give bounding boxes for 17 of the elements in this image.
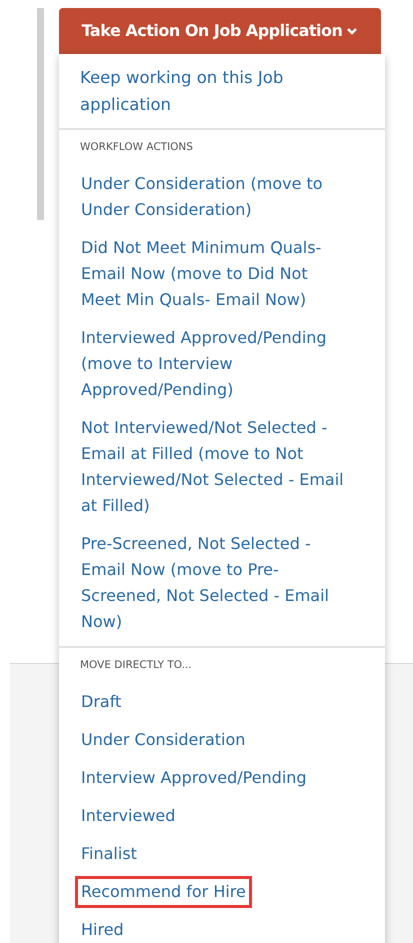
menu-item[interactable]: Pre-Screened, Not Selected - Email Now (move to Pre-Screened, Not Selected - Email Now) xyxy=(75,528,355,638)
menu-item[interactable]: Under Consideration xyxy=(75,724,252,756)
menu-item[interactable]: Finalist xyxy=(75,838,143,870)
menu-item[interactable]: Interview Approved/Pending xyxy=(75,762,313,794)
menu-item[interactable]: Draft xyxy=(75,686,128,718)
menu-item[interactable]: Recommend for Hire xyxy=(75,876,252,908)
menu-item[interactable]: Keep working on this Job application xyxy=(80,64,364,118)
menu-item[interactable]: Under Consideration (move to Under Consideration) xyxy=(75,168,355,226)
menu-item[interactable]: Hired xyxy=(75,914,130,943)
take-action-button[interactable]: Take Action On Job Application xyxy=(59,8,381,54)
section-header: MOVE DIRECTLY TO... xyxy=(80,658,193,673)
menu-item[interactable]: Did Not Meet Minimum Quals- Email Now (move to Did Not Meet Min Quals- Email Now) xyxy=(75,232,355,316)
menu-item[interactable]: Not Interviewed/Not Selected - Email at Filled (move to Not Interviewed/Not Selected - Email at Filled) xyxy=(75,412,355,522)
menu-item[interactable]: Interviewed xyxy=(75,800,182,832)
section-header: WORKFLOW ACTIONS xyxy=(80,140,194,155)
chevron-down-icon xyxy=(346,26,358,36)
menu-item[interactable]: Interviewed Approved/Pending (move to Interview Approved/Pending) xyxy=(75,322,355,406)
